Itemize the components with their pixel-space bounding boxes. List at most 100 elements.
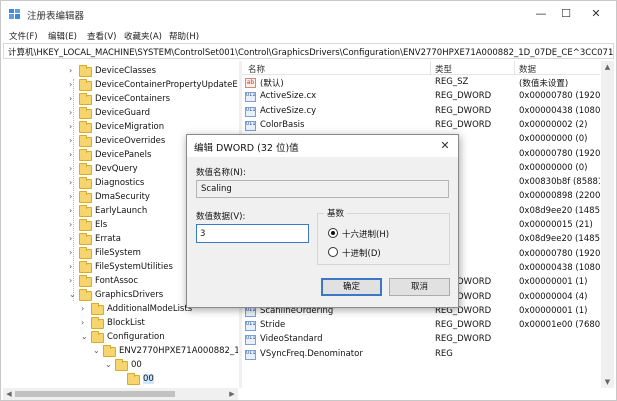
tree-item[interactable]: ⌄ Configuration: [3, 331, 238, 345]
folder-icon: [79, 163, 92, 175]
chevron-right-icon[interactable]: ›: [69, 66, 78, 75]
hex-radio[interactable]: [328, 228, 338, 238]
folder-icon: [79, 219, 92, 231]
horizontal-scrollbar[interactable]: ◀ ▶: [3, 388, 238, 400]
folder-icon: [79, 275, 92, 287]
list-cell-data: 0x08d9ee20 (148500: [519, 234, 600, 244]
chevron-down-icon[interactable]: ⌄: [93, 346, 102, 355]
tree-connector-line: [73, 79, 74, 301]
list-cell-data: 0x00000780 (1920): [519, 149, 600, 159]
tree-item[interactable]: › DeviceGuard: [3, 107, 238, 121]
binary-value-icon: 011 110: [245, 107, 256, 117]
list-cell-name: ActiveSize.cx: [260, 91, 317, 101]
value-data-input[interactable]: [196, 224, 309, 243]
address-bar[interactable]: 计算机\HKEY_LOCAL_MACHINE\SYSTEM\ControlSet…: [3, 43, 614, 59]
list-cell-data: 0x00000002 (2): [519, 120, 588, 130]
list-cell-name: VSyncFreq.Denominator: [260, 349, 363, 359]
tree-item[interactable]: › DeviceClasses: [3, 65, 238, 79]
dec-radio[interactable]: [328, 247, 338, 257]
hex-radio-label[interactable]: 十六进制(H): [342, 228, 389, 240]
tree-item[interactable]: › DeviceContainerPropertyUpdateE: [3, 79, 238, 93]
tree-item[interactable]: › DeviceContainers: [3, 93, 238, 107]
list-cell-name: VideoStandard: [260, 334, 323, 344]
folder-icon: [79, 233, 92, 245]
list-cell-data: (数值未设置): [519, 79, 569, 89]
tree-item-label: DeviceContainers: [95, 94, 171, 104]
tree-item-label: FontAssoc: [95, 276, 139, 286]
tree-item-label: DeviceGuard: [95, 108, 150, 118]
chevron-down-icon[interactable]: ⌄: [105, 360, 114, 369]
tree-item-label: GraphicsDrivers: [95, 290, 164, 300]
folder-icon: [91, 303, 104, 315]
tree-item-label: FileSystemUtilities: [95, 262, 173, 272]
chevron-right-icon[interactable]: ›: [81, 304, 90, 313]
binary-value-icon: 011 110: [245, 121, 256, 131]
column-header-name[interactable]: 名称: [248, 63, 265, 75]
menu-edit[interactable]: 编辑(E): [48, 30, 77, 42]
scroll-down-arrow-icon[interactable]: ▼: [601, 376, 614, 388]
list-cell-name: Stride: [260, 320, 286, 330]
list-item[interactable]: 011 110 ColorBasis REG_DWORD 0x00000002 (2): [242, 119, 600, 133]
chevron-right-icon[interactable]: ›: [81, 318, 90, 327]
tree-item[interactable]: 00: [3, 373, 238, 387]
list-item[interactable]: 011 110 ActiveSize.cy REG_DWORD 0x00000438 …: [242, 105, 600, 119]
list-cell-data: 0x00000438 (1080): [519, 263, 600, 273]
tree-item[interactable]: ⌄ 00: [3, 359, 238, 373]
tree-item-label: DevicePanels: [95, 150, 152, 160]
scrollbar-thumb[interactable]: [15, 391, 175, 397]
menu-file[interactable]: 文件(F): [9, 30, 38, 42]
binary-value-icon: 011 110: [245, 335, 256, 345]
scroll-left-arrow-icon[interactable]: ◀: [3, 388, 15, 400]
chevron-down-icon[interactable]: ⌄: [81, 332, 90, 341]
tree-item[interactable]: › BlockList: [3, 317, 238, 331]
list-item[interactable]: 011 110 ActiveSize.cx REG_DWORD 0x00000780 …: [242, 90, 600, 104]
cancel-button[interactable]: 取消: [389, 278, 450, 296]
menu-help[interactable]: 帮助(H): [169, 30, 199, 42]
list-cell-data: 0x00000001 (1): [519, 306, 588, 316]
folder-icon: [79, 191, 92, 203]
column-header-data[interactable]: 数据: [519, 63, 536, 75]
value-data-label: 数值数据(V):: [196, 212, 246, 222]
column-header-type[interactable]: 类型: [435, 63, 452, 75]
menu-view[interactable]: 查看(V): [87, 30, 116, 42]
tree-item-label: 00: [143, 374, 154, 384]
tree-item-label: ENV2770HPXE71A000882_1: [119, 346, 238, 356]
folder-icon: [79, 247, 92, 259]
list-item[interactable]: ab (默认) REG_SZ (数值未设置): [242, 76, 600, 90]
menu-favorites[interactable]: 收藏夹(A): [124, 30, 162, 42]
folder-icon: [79, 289, 92, 301]
list-item[interactable]: 011 110 Stride REG_DWORD 0x00001e00 (7680): [242, 319, 600, 333]
scroll-right-arrow-icon[interactable]: ▶: [226, 388, 238, 400]
folder-icon: [79, 177, 92, 189]
folder-icon: [103, 345, 116, 357]
folder-icon: [91, 317, 104, 329]
tree-item[interactable]: ⌄ ENV2770HPXE71A000882_1: [3, 345, 238, 359]
list-item[interactable]: 011 110 VSyncFreq.Denominator REG: [242, 348, 600, 362]
scroll-up-arrow-icon[interactable]: ▲: [601, 61, 614, 73]
dec-radio-label[interactable]: 十进制(D): [342, 247, 381, 259]
tree-item-label: Diagnostics: [95, 178, 145, 188]
dialog-close-button[interactable]: ✕: [432, 135, 458, 157]
dialog-title-bar: 编辑 DWORD (32 位)值 ✕: [187, 135, 458, 157]
binary-value-icon: 011 110: [245, 92, 256, 102]
close-window-button[interactable]: ✕: [576, 1, 616, 27]
list-cell-type: REG_DWORD: [435, 106, 492, 116]
folder-icon: [79, 79, 92, 91]
list-item[interactable]: 011 110 VideoStandard REG_DWORD: [242, 333, 600, 347]
list-cell-name: (默认): [260, 79, 284, 89]
ok-button[interactable]: 确定: [321, 278, 382, 296]
vertical-scrollbar[interactable]: ▲ ▼: [601, 61, 614, 388]
tree-item[interactable]: › DeviceMigration: [3, 121, 238, 135]
list-cell-type: REG_SZ: [435, 77, 469, 87]
title-bar: 注册表编辑器 — ☐ ✕: [1, 1, 616, 27]
window-title: 注册表编辑器: [27, 11, 85, 22]
list-cell-data: 0x00000000 (0): [519, 163, 588, 173]
column-separator[interactable]: [514, 61, 515, 75]
tree-item-label: 00: [131, 360, 142, 370]
tree-item-label: EarlyLaunch: [95, 206, 148, 216]
tree-item-label: DeviceContainerPropertyUpdateE: [95, 80, 238, 90]
string-value-icon: ab: [245, 78, 256, 88]
column-separator[interactable]: [430, 61, 431, 75]
base-groupbox: 基数 十六进制(H) 十进制(D): [317, 207, 450, 265]
list-cell-type: REG_DWORD: [435, 120, 492, 130]
